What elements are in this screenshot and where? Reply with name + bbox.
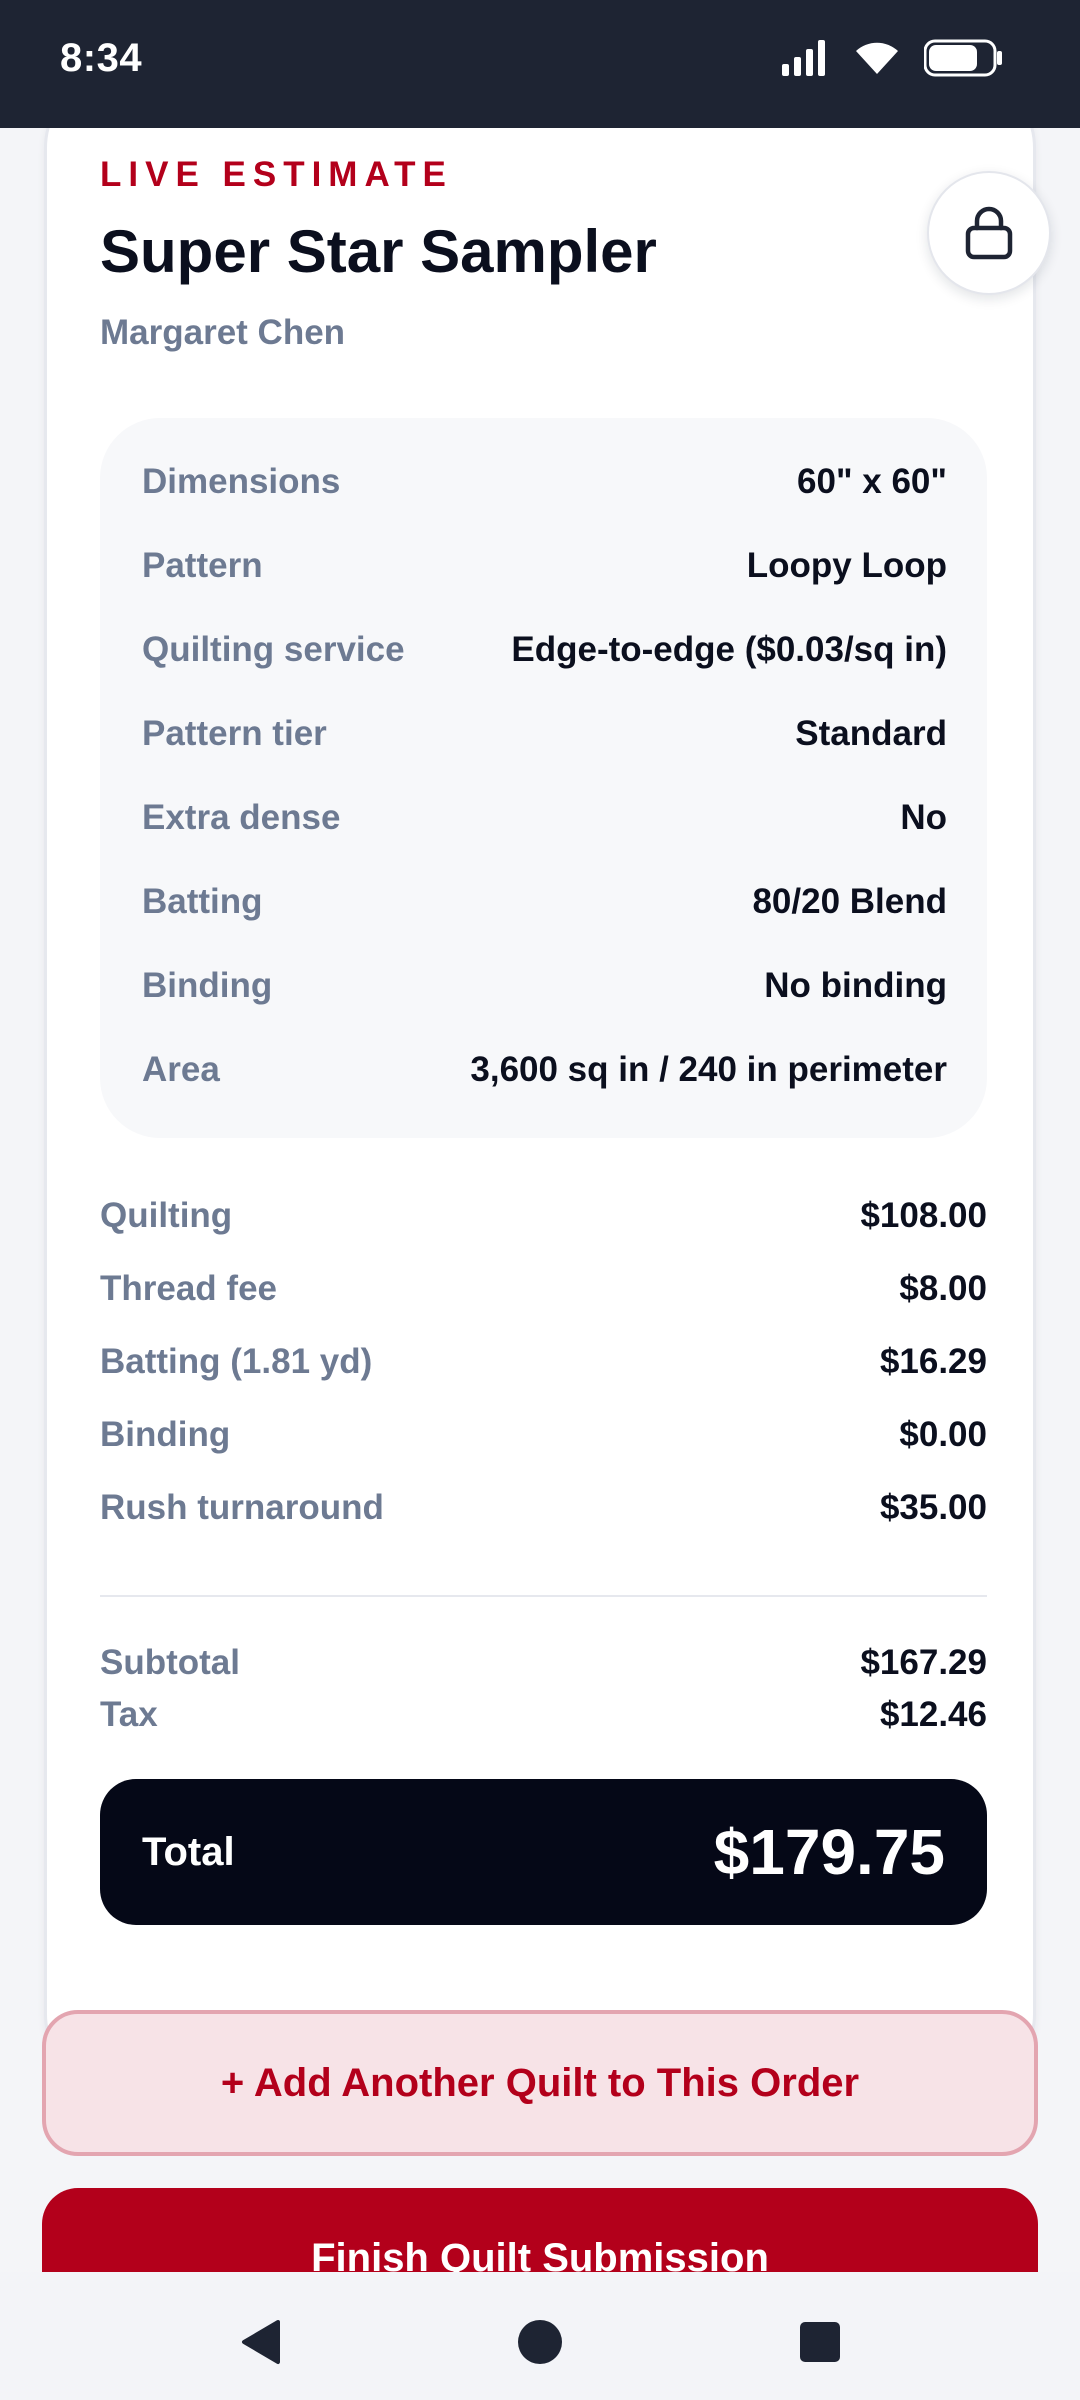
subtotal-value: $167.29: [860, 1643, 987, 1682]
home-icon: [518, 2320, 562, 2364]
wifi-icon: [856, 42, 898, 74]
cost-value: $0.00: [899, 1414, 987, 1454]
total-label: Total: [142, 1829, 235, 1874]
add-another-quilt-button[interactable]: + Add Another Quilt to This Order: [42, 2010, 1038, 2156]
lock-icon: [965, 206, 1013, 260]
cost-label: Rush turnaround: [100, 1487, 384, 1527]
recents-button[interactable]: [780, 2302, 860, 2382]
detail-value: No binding: [764, 966, 947, 1005]
cost-breakdown: Quilting $108.00 Thread fee $8.00 Battin…: [100, 1179, 987, 1544]
finish-quilt-submission-button[interactable]: Finish Quilt Submission: [42, 2188, 1038, 2272]
subtotal-label: Subtotal: [100, 1643, 240, 1682]
cost-value: $108.00: [860, 1195, 987, 1235]
lock-button[interactable]: [927, 171, 1051, 295]
detail-value: 80/20 Blend: [752, 882, 947, 921]
scroll-content[interactable]: LIVE ESTIMATE Super Star Sampler Margare…: [0, 128, 1080, 2272]
detail-value: 3,600 sq in / 240 in perimeter: [470, 1050, 947, 1089]
cost-row-quilting: Quilting $108.00: [100, 1179, 987, 1252]
estimate-card: LIVE ESTIMATE Super Star Sampler Margare…: [44, 128, 1051, 2094]
detail-label: Dimensions: [142, 462, 341, 501]
detail-value: Loopy Loop: [746, 546, 947, 585]
subtotal-section: Subtotal $167.29 Tax $12.46: [100, 1637, 987, 1741]
battery-icon: [924, 39, 1002, 77]
detail-value: Edge-to-edge ($0.03/sq in): [511, 630, 947, 669]
total-value: $179.75: [713, 1816, 945, 1888]
cost-label: Thread fee: [100, 1268, 277, 1308]
system-navigation-bar: [0, 2272, 1080, 2400]
detail-label: Area: [142, 1050, 220, 1089]
back-icon: [242, 2320, 280, 2364]
status-bar: 8:34: [0, 0, 1080, 128]
cost-row-batting: Batting (1.81 yd) $16.29: [100, 1325, 987, 1398]
detail-row-batting: Batting 80/20 Blend: [142, 860, 947, 944]
tax-label: Tax: [100, 1695, 158, 1734]
detail-label: Quilting service: [142, 630, 405, 669]
cost-label: Batting (1.81 yd): [100, 1341, 373, 1381]
cost-value: $16.29: [879, 1341, 987, 1381]
detail-value: Standard: [795, 714, 947, 753]
cost-value: $8.00: [899, 1268, 987, 1308]
cost-row-binding: Binding $0.00: [100, 1398, 987, 1471]
recents-icon: [800, 2322, 840, 2362]
detail-row-dimensions: Dimensions 60" x 60": [142, 440, 947, 524]
detail-label: Pattern: [142, 546, 263, 585]
signal-icon: [782, 40, 825, 76]
cost-row-rush-turnaround: Rush turnaround $35.00: [100, 1471, 987, 1544]
detail-row-quilting-service: Quilting service Edge-to-edge ($0.03/sq …: [142, 608, 947, 692]
detail-label: Binding: [142, 966, 273, 1005]
detail-row-pattern-tier: Pattern tier Standard: [142, 692, 947, 776]
subtotal-row: Subtotal $167.29: [100, 1637, 987, 1689]
divider: [100, 1595, 987, 1597]
home-button[interactable]: [500, 2302, 580, 2382]
detail-label: Batting: [142, 882, 263, 921]
cost-label: Binding: [100, 1414, 231, 1454]
status-time: 8:34: [60, 36, 143, 80]
detail-row-area: Area 3,600 sq in / 240 in perimeter: [142, 1028, 947, 1112]
cost-label: Quilting: [100, 1195, 233, 1235]
detail-value: No: [900, 798, 947, 837]
detail-value: 60" x 60": [797, 462, 947, 501]
detail-row-pattern: Pattern Loopy Loop: [142, 524, 947, 608]
detail-label: Extra dense: [142, 798, 341, 837]
quilt-title: Super Star Sampler: [100, 218, 657, 285]
customer-name: Margaret Chen: [100, 313, 346, 352]
tax-value: $12.46: [879, 1695, 987, 1734]
detail-row-binding: Binding No binding: [142, 944, 947, 1028]
live-estimate-label: LIVE ESTIMATE: [100, 155, 453, 194]
quilt-details-panel: Dimensions 60" x 60" Pattern Loopy Loop …: [100, 418, 987, 1138]
status-icons: [780, 38, 1004, 78]
detail-label: Pattern tier: [142, 714, 327, 753]
total-box: Total $179.75: [100, 1779, 987, 1925]
tax-row: Tax $12.46: [100, 1689, 987, 1741]
back-button[interactable]: [220, 2302, 300, 2382]
cost-row-thread-fee: Thread fee $8.00: [100, 1252, 987, 1325]
cost-value: $35.00: [879, 1487, 987, 1527]
detail-row-extra-dense: Extra dense No: [142, 776, 947, 860]
